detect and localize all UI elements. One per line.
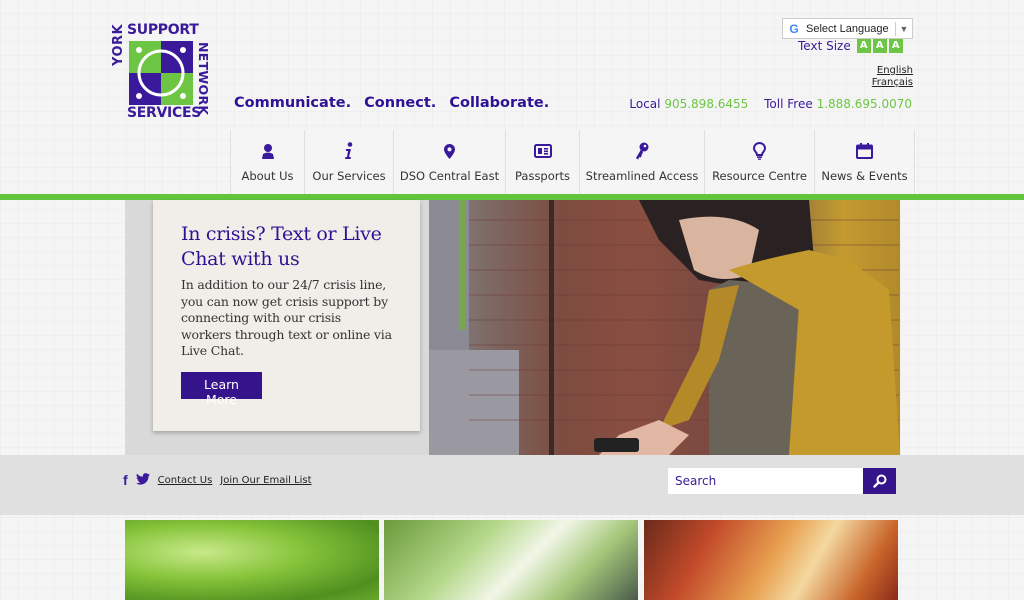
nav-label: Streamlined Access [585,169,699,183]
nav-label: Our Services [312,169,386,183]
email-list-link[interactable]: Join Our Email List [220,475,311,486]
search-form [668,468,896,494]
english-link[interactable]: English [872,65,913,77]
logo[interactable]: SUPPORT YORK NETWORK SERVICES [107,22,211,124]
calendar-icon [856,141,873,161]
person-icon [260,141,276,161]
map-pin-icon [444,141,455,161]
tagline-collaborate: Collaborate. [449,95,550,111]
contact-us-link[interactable]: Contact Us [158,475,213,486]
local-number[interactable]: 905.898.6455 [664,97,748,111]
hero-image [429,200,900,455]
id-card-icon [533,141,552,161]
key-icon [635,141,649,161]
lightbulb-icon [753,141,766,161]
learn-more-button[interactable]: Learn More [181,371,262,407]
crisis-card-body: In addition to our 24/7 crisis line, you… [181,277,392,359]
local-label: Local [629,97,661,111]
nav-item-passports[interactable]: Passports [505,130,579,194]
tagline-connect: Connect. [364,95,437,111]
text-size-small-button[interactable]: A [856,39,871,53]
text-size-large-button[interactable]: A [888,39,903,53]
text-size-controls: Text Size A A A [798,39,905,53]
tollfree-label: Toll Free [764,97,813,111]
feature-tile-tree[interactable] [384,520,638,600]
logo-text-york: YORK [111,23,126,66]
info-icon [344,141,354,161]
tagline: Communicate. Connect. Collaborate. [234,95,557,111]
nav-item-about-us[interactable]: About Us [230,130,304,194]
crisis-card-title: In crisis? Text or Live Chat with us [181,223,382,270]
nav-item-dso-central-east[interactable]: DSO Central East [393,130,505,194]
text-size-medium-button[interactable]: A [872,39,887,53]
crisis-card: In crisis? Text or Live Chat with us In … [153,200,420,431]
nav-item-our-services[interactable]: Our Services [304,130,393,194]
google-icon: G [789,21,799,36]
main-nav: About Us Our Services DSO Central East P… [230,130,915,194]
nav-label: News & Events [821,169,908,183]
language-select-label: Select Language [806,22,889,35]
feature-tile-autumn[interactable] [644,520,898,600]
nav-label: DSO Central East [399,169,500,183]
nav-item-news-events[interactable]: News & Events [814,130,915,194]
nav-item-resource-centre[interactable]: Resource Centre [704,130,814,194]
tagline-communicate: Communicate. [234,95,352,111]
francais-link[interactable]: Français [872,77,913,89]
nav-item-streamlined-access[interactable]: Streamlined Access [579,130,704,194]
logo-text-services: SERVICES [127,105,201,121]
feature-tile-leaves[interactable] [125,520,379,600]
dropdown-arrow-icon: ▼ [899,23,909,34]
phone-numbers: Local 905.898.6455 Toll Free 1.888.695.0… [629,97,912,111]
nav-label: Passports [514,169,570,183]
language-links: English Français [872,65,913,89]
search-input[interactable] [668,468,863,494]
search-icon [872,474,886,488]
logo-mark-icon [129,41,193,105]
search-button[interactable] [863,468,896,494]
logo-text-support: SUPPORT [127,22,199,38]
nav-label: Resource Centre [712,169,807,183]
hero-photo-illustration [429,200,900,455]
text-size-label: Text Size [798,39,851,53]
social-links: f Contact Us Join Our Email List [123,472,320,488]
nav-label: About Us [241,169,294,183]
tollfree-number[interactable]: 1.888.695.0070 [817,97,912,111]
facebook-icon[interactable]: f [123,472,128,488]
language-select[interactable]: G Select Language ▼ [782,18,913,39]
twitter-icon[interactable] [135,472,150,488]
